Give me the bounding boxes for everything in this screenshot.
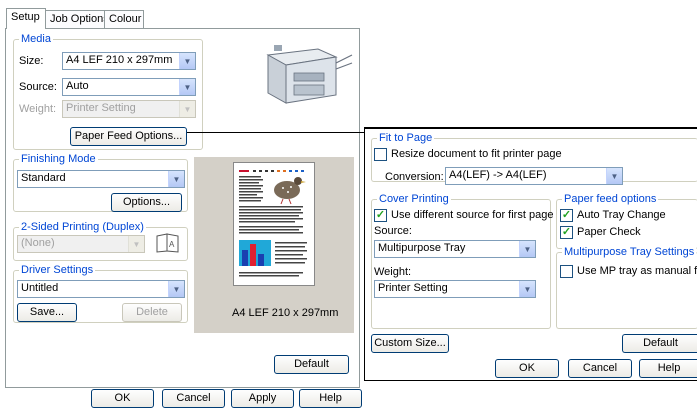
page-preview-image bbox=[233, 162, 315, 286]
duplex-value: (None) bbox=[21, 237, 55, 249]
options-button[interactable]: Options... bbox=[111, 193, 182, 212]
chevron-down-icon: ▼ bbox=[128, 236, 144, 252]
chevron-down-icon[interactable]: ▼ bbox=[519, 281, 535, 297]
source-label: Source: bbox=[19, 81, 57, 93]
resize-label: Resize document to fit printer page bbox=[391, 148, 562, 160]
popup-cancel-button[interactable]: Cancel bbox=[568, 359, 632, 378]
tab-setup[interactable]: Setup bbox=[6, 8, 46, 29]
apply-button[interactable]: Apply bbox=[231, 389, 294, 408]
finishing-group-label: Finishing Mode bbox=[19, 153, 98, 165]
paper-feed-options-group: Paper feed options bbox=[556, 193, 697, 249]
ok-button[interactable]: OK bbox=[91, 389, 154, 408]
chevron-down-icon[interactable]: ▼ bbox=[168, 281, 184, 297]
cover-source-label: Use different source for first page bbox=[391, 209, 554, 221]
size-label: Size: bbox=[19, 55, 44, 67]
size-select-value: A4 LEF 210 x 297mm bbox=[66, 54, 173, 66]
help-button[interactable]: Help bbox=[299, 389, 362, 408]
popup-ok-button[interactable]: OK bbox=[495, 359, 559, 378]
size-select[interactable]: A4 LEF 210 x 297mm ▼ bbox=[62, 52, 196, 70]
auto-tray-change-checkbox[interactable]: ✓ bbox=[560, 209, 573, 222]
conversion-select[interactable]: A4(LEF) -> A4(LEF) ▼ bbox=[445, 167, 623, 185]
driver-settings-select[interactable]: Untitled ▼ bbox=[17, 280, 185, 298]
media-group-label: Media bbox=[19, 33, 53, 45]
fit-to-page-label: Fit to Page bbox=[377, 132, 435, 144]
chevron-down-icon[interactable]: ▼ bbox=[179, 53, 195, 69]
printer-icon bbox=[266, 45, 353, 104]
custom-size-button[interactable]: Custom Size... bbox=[371, 334, 449, 353]
cancel-button[interactable]: Cancel bbox=[162, 389, 225, 408]
mp-manual-feed-label: Use MP tray as manual feed bbox=[577, 265, 697, 277]
chevron-down-icon[interactable]: ▼ bbox=[168, 171, 184, 187]
cover-weight-value: Printer Setting bbox=[378, 282, 448, 294]
tab-job-options[interactable]: Job Options bbox=[45, 10, 109, 28]
weight-label: Weight: bbox=[19, 103, 57, 115]
cover-source-value: Multipurpose Tray bbox=[378, 242, 466, 254]
conversion-label: Conversion: bbox=[385, 171, 444, 183]
finishing-mode-value: Standard bbox=[21, 172, 66, 184]
mp-manual-feed-checkbox[interactable] bbox=[560, 265, 573, 278]
cover-source-select[interactable]: Multipurpose Tray ▼ bbox=[374, 240, 536, 258]
popup-default-button[interactable]: Default bbox=[622, 334, 697, 353]
conversion-value: A4(LEF) -> A4(LEF) bbox=[449, 169, 547, 181]
bar-graphic bbox=[239, 240, 271, 266]
cover-weight-label: Weight: bbox=[374, 266, 412, 278]
paper-feed-options-button[interactable]: Paper Feed Options... bbox=[70, 127, 187, 146]
auto-tray-change-label: Auto Tray Change bbox=[577, 209, 666, 221]
popup-help-button[interactable]: Help bbox=[639, 359, 697, 378]
cover-printing-label: Cover Printing bbox=[377, 193, 451, 205]
svg-text:A: A bbox=[169, 240, 175, 249]
driver-settings-value: Untitled bbox=[21, 282, 59, 294]
delete-button: Delete bbox=[122, 303, 182, 322]
paper-feed-options-popup: Fit to Page Resize document to fit print… bbox=[364, 127, 697, 381]
source-select-value: Auto bbox=[66, 80, 89, 92]
mp-tray-settings-group: Multipurpose Tray Settings bbox=[556, 246, 697, 329]
setup-panel: Media Size: A4 LEF 210 x 297mm ▼ Source:… bbox=[5, 28, 360, 388]
source-select[interactable]: Auto ▼ bbox=[62, 78, 196, 96]
driver-settings-label: Driver Settings bbox=[19, 264, 96, 276]
save-button[interactable]: Save... bbox=[17, 303, 77, 322]
chevron-down-icon[interactable]: ▼ bbox=[606, 168, 622, 184]
paper-feed-options-label: Paper feed options bbox=[562, 193, 659, 205]
duplex-group-label: 2-Sided Printing (Duplex) bbox=[19, 221, 146, 233]
cover-source-field-label: Source: bbox=[374, 225, 412, 237]
chevron-down-icon: ▼ bbox=[179, 101, 195, 117]
chevron-down-icon[interactable]: ▼ bbox=[519, 241, 535, 257]
cover-weight-select[interactable]: Printer Setting ▼ bbox=[374, 280, 536, 298]
paper-check-label: Paper Check bbox=[577, 226, 641, 238]
default-button[interactable]: Default bbox=[274, 355, 349, 374]
connector-line bbox=[187, 132, 366, 133]
tab-colour[interactable]: Colour bbox=[104, 10, 144, 28]
mp-tray-settings-label: Multipurpose Tray Settings bbox=[562, 246, 697, 258]
duplex-select: (None) ▼ bbox=[17, 235, 145, 253]
weight-select: Printer Setting ▼ bbox=[62, 100, 196, 118]
finishing-mode-select[interactable]: Standard ▼ bbox=[17, 170, 185, 188]
duplex-book-icon: A bbox=[156, 233, 179, 253]
cover-source-checkbox[interactable]: ✓ bbox=[374, 209, 387, 222]
weight-select-value: Printer Setting bbox=[66, 102, 136, 114]
paper-check-checkbox[interactable]: ✓ bbox=[560, 226, 573, 239]
popup-border-line bbox=[365, 128, 697, 129]
preview-caption: A4 LEF 210 x 297mm bbox=[232, 307, 339, 319]
resize-checkbox[interactable] bbox=[374, 148, 387, 161]
chevron-down-icon[interactable]: ▼ bbox=[179, 79, 195, 95]
